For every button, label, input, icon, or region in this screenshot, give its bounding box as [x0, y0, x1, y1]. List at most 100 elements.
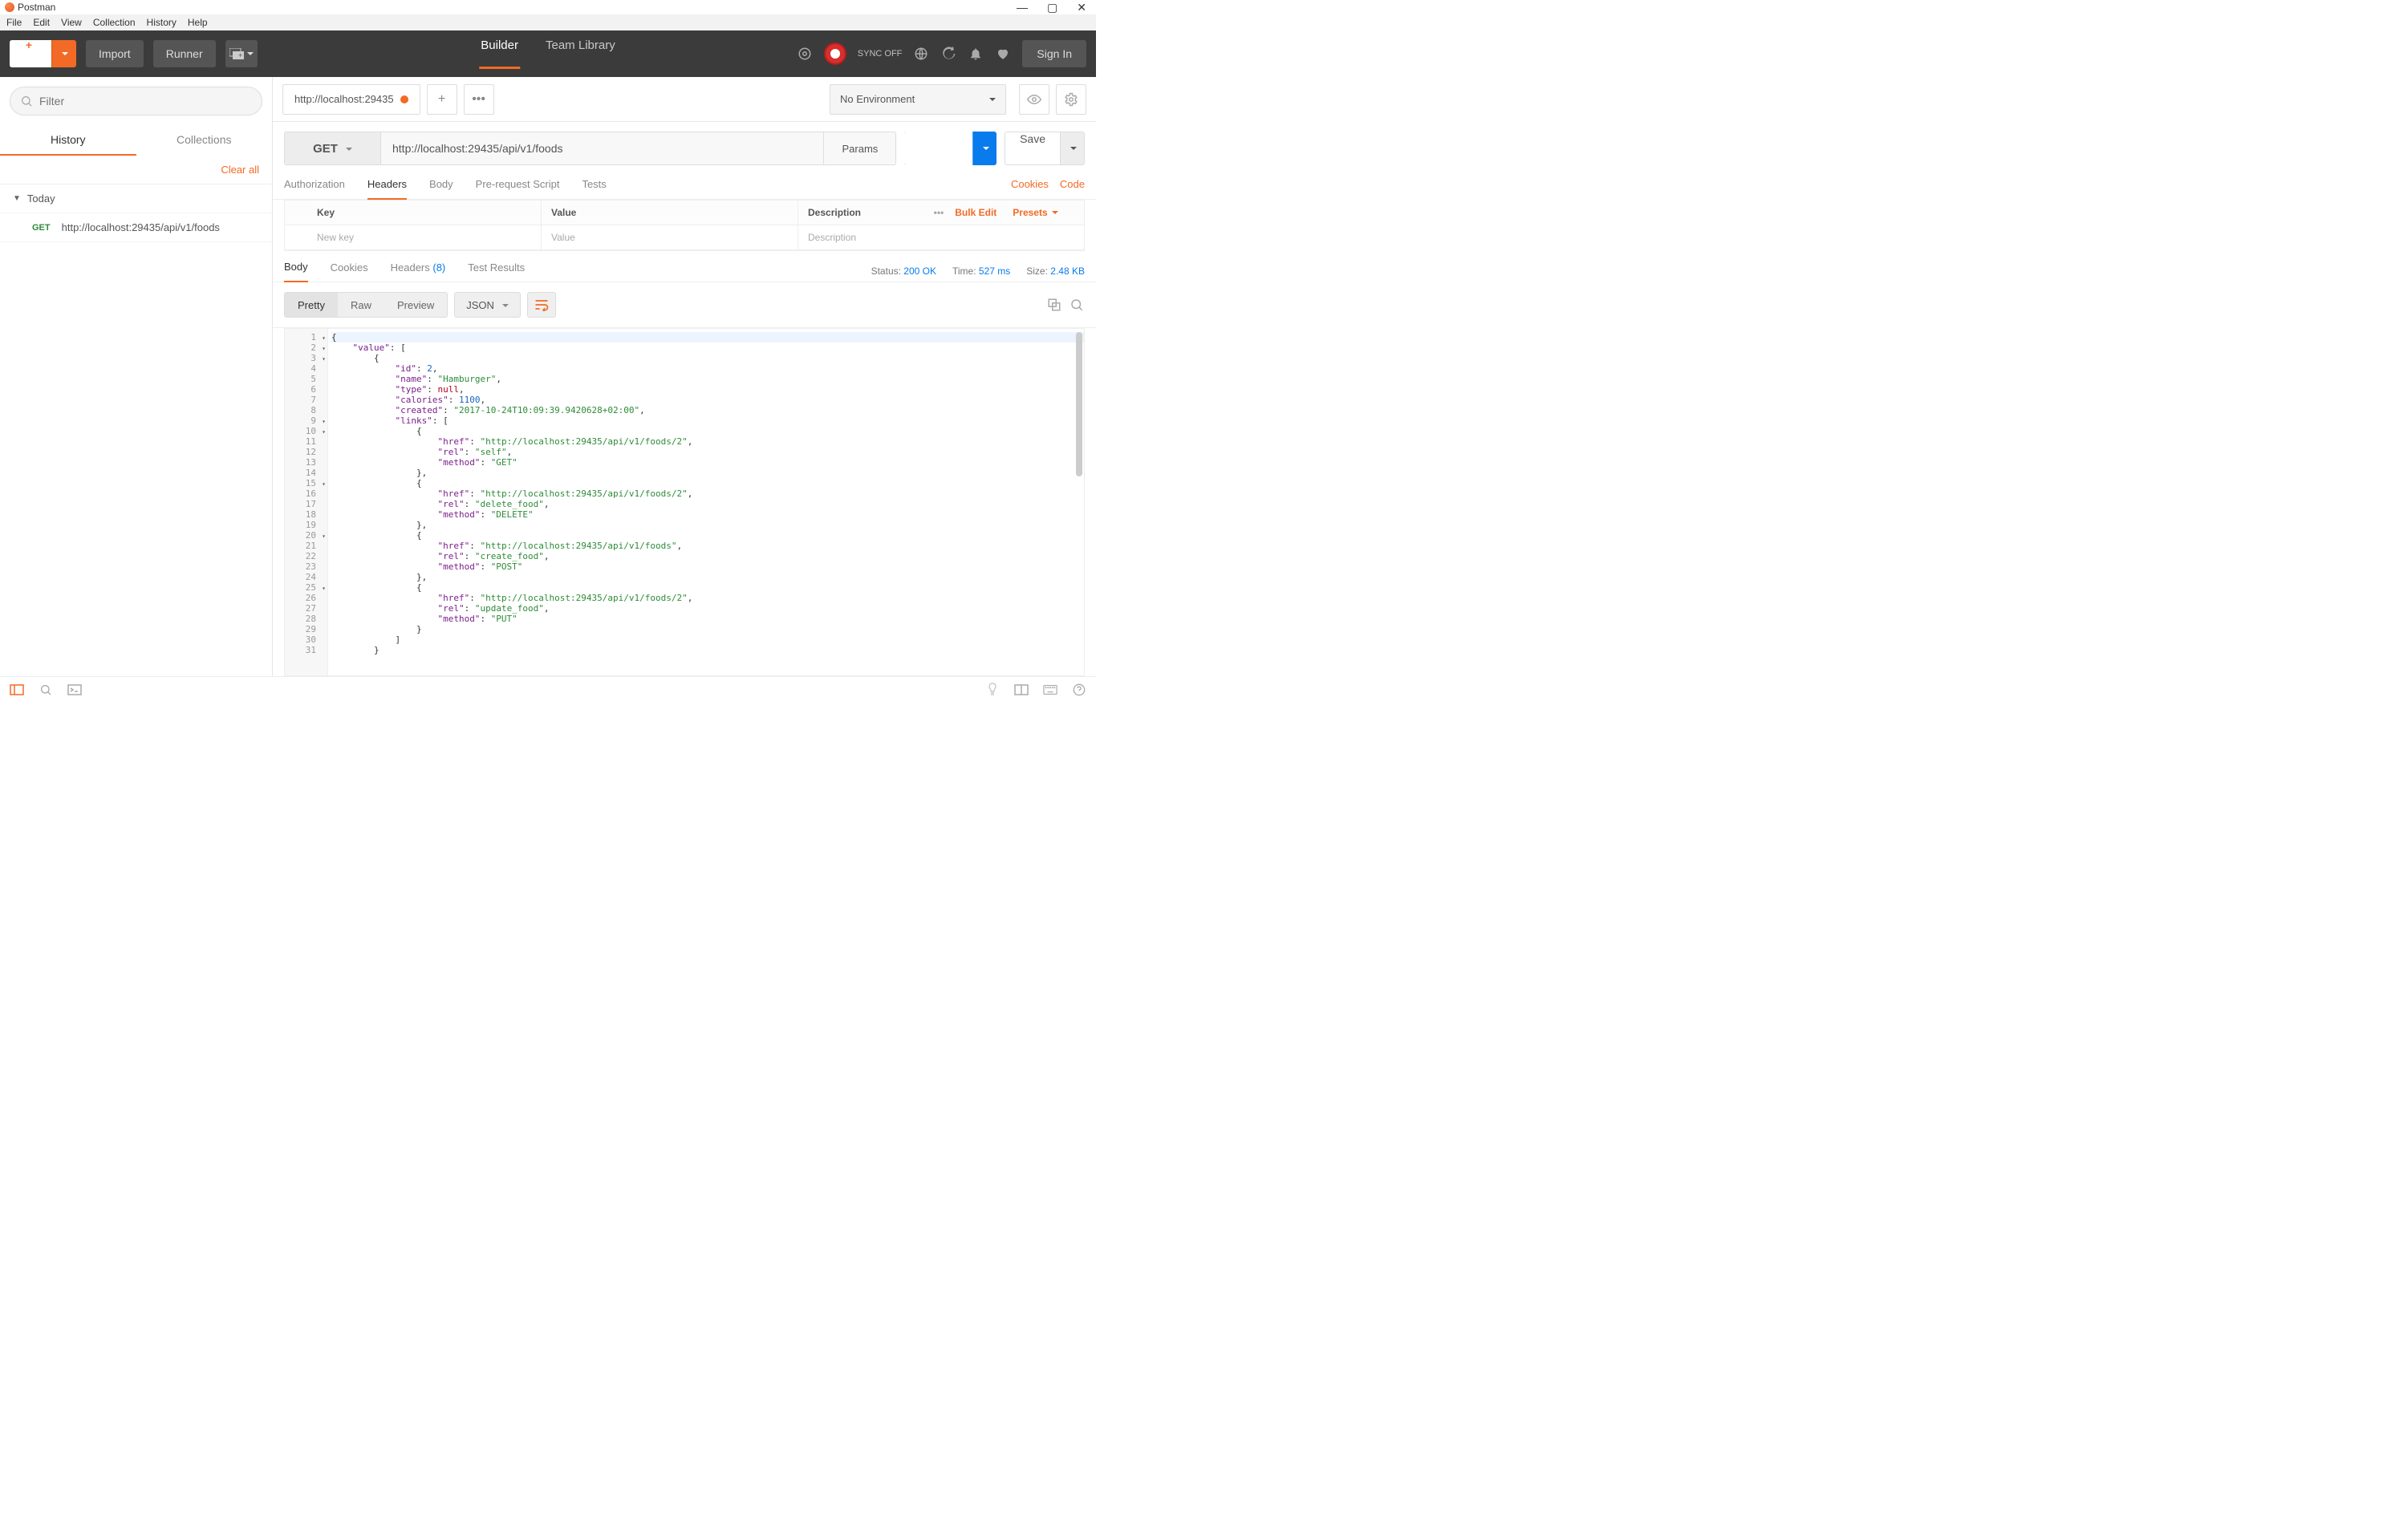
menu-edit[interactable]: Edit: [33, 17, 50, 28]
wrap-lines-button[interactable]: [527, 292, 556, 318]
new-key-input[interactable]: New key: [285, 225, 542, 249]
view-preview[interactable]: Preview: [384, 293, 447, 317]
browse-icon[interactable]: [913, 46, 929, 62]
window-layout-button[interactable]: +: [225, 40, 258, 67]
capture-icon[interactable]: [797, 46, 813, 62]
chevron-down-icon: [344, 142, 352, 156]
quick-look-button[interactable]: [1019, 84, 1049, 115]
response-body: 1▾2▾3▾456789▾10▾1112131415▾1617181920▾21…: [284, 328, 1085, 676]
new-button[interactable]: + New: [10, 40, 76, 67]
presets-label: Presets: [1013, 207, 1047, 218]
heart-icon[interactable]: [995, 46, 1011, 62]
main-toolbar: + New Import Runner + Builder Team Librar…: [0, 30, 1096, 77]
chevron-down-icon: [988, 93, 996, 105]
sidebar-toggle-icon[interactable]: [10, 683, 24, 697]
tab-headers[interactable]: Headers: [367, 178, 407, 200]
filter-input-wrap[interactable]: [10, 87, 262, 116]
view-raw[interactable]: Raw: [338, 293, 384, 317]
request-bar: GET Params Send Save: [273, 122, 1096, 165]
tab-authorization[interactable]: Authorization: [284, 178, 345, 199]
tab-options-button[interactable]: •••: [464, 84, 494, 115]
more-options-icon[interactable]: •••: [934, 207, 944, 218]
sidebar-tabs: History Collections: [0, 125, 272, 156]
bootcamp-icon[interactable]: [985, 683, 1000, 697]
method-label: GET: [313, 142, 338, 156]
runner-button[interactable]: Runner: [153, 40, 216, 67]
new-button-label: New: [18, 56, 40, 67]
view-pretty[interactable]: Pretty: [285, 293, 338, 317]
tab-resp-headers[interactable]: Headers (8): [391, 261, 446, 282]
sync-status-label: SYNC OFF: [858, 49, 903, 59]
send-dropdown-caret[interactable]: [972, 132, 996, 165]
line-gutter: 1▾2▾3▾456789▾10▾1112131415▾1617181920▾21…: [285, 329, 328, 675]
bulk-edit-link[interactable]: Bulk Edit: [955, 207, 996, 218]
filter-input[interactable]: [39, 95, 252, 107]
url-input-wrap[interactable]: [380, 132, 824, 165]
copy-response-icon[interactable]: [1046, 297, 1062, 313]
size-value: 2.48 KB: [1050, 265, 1085, 277]
response-code[interactable]: { "value": [ { "id": 2, "name": "Hamburg…: [328, 329, 1084, 675]
tab-tests[interactable]: Tests: [582, 178, 606, 199]
clear-all-link[interactable]: Clear all: [0, 156, 272, 184]
cookies-link[interactable]: Cookies: [1011, 178, 1049, 199]
tab-team-library[interactable]: Team Library: [544, 38, 617, 69]
sidebar-tab-history[interactable]: History: [0, 125, 136, 156]
console-icon[interactable]: [67, 683, 82, 697]
url-input[interactable]: [392, 142, 812, 155]
window-restore-icon[interactable]: ▢: [1047, 1, 1057, 14]
menu-collection[interactable]: Collection: [93, 17, 136, 28]
import-button[interactable]: Import: [86, 40, 144, 67]
tab-prerequest[interactable]: Pre-request Script: [476, 178, 560, 199]
history-item[interactable]: GET http://localhost:29435/api/v1/foods: [0, 213, 272, 242]
tab-resp-body[interactable]: Body: [284, 261, 308, 282]
save-dropdown-caret[interactable]: [1060, 132, 1084, 164]
params-button[interactable]: Params: [824, 132, 896, 165]
environment-settings-button[interactable]: [1056, 84, 1086, 115]
request-tab-title: http://localhost:29435: [294, 93, 394, 105]
request-section-tabs: Authorization Headers Body Pre-request S…: [273, 165, 1096, 200]
resp-headers-count: (8): [432, 261, 445, 274]
format-select[interactable]: JSON: [454, 292, 521, 318]
environment-select[interactable]: No Environment: [830, 84, 1006, 115]
new-value-input[interactable]: Value: [542, 225, 798, 249]
resp-headers-label: Headers: [391, 261, 430, 274]
window-minimize-icon[interactable]: —: [1017, 1, 1028, 14]
two-pane-icon[interactable]: [1014, 683, 1029, 697]
find-icon[interactable]: [39, 683, 53, 697]
save-button[interactable]: Save: [1005, 132, 1085, 165]
menu-view[interactable]: View: [61, 17, 82, 28]
status-value: 200 OK: [903, 265, 936, 277]
help-icon[interactable]: [1072, 683, 1086, 697]
interceptor-icon[interactable]: [940, 46, 956, 62]
sidebar-tab-collections[interactable]: Collections: [136, 125, 273, 156]
new-desc-input[interactable]: Description: [798, 225, 1084, 249]
menu-file[interactable]: File: [6, 17, 22, 28]
method-select[interactable]: GET: [284, 132, 380, 165]
view-mode-segment: Pretty Raw Preview: [284, 292, 448, 318]
tab-body[interactable]: Body: [429, 178, 453, 199]
history-group-today[interactable]: ▼ Today: [0, 184, 272, 213]
plus-icon: +: [22, 40, 35, 51]
size-label: Size:: [1026, 265, 1048, 277]
menu-help[interactable]: Help: [188, 17, 208, 28]
code-link[interactable]: Code: [1060, 178, 1085, 199]
send-button[interactable]: Send: [904, 132, 996, 165]
search-response-icon[interactable]: [1069, 297, 1085, 313]
presets-dropdown[interactable]: Presets: [1013, 207, 1058, 218]
new-tab-button[interactable]: +: [427, 84, 457, 115]
window-close-icon[interactable]: ✕: [1077, 1, 1086, 14]
sign-in-button[interactable]: Sign In: [1022, 40, 1086, 67]
request-tab[interactable]: http://localhost:29435: [282, 84, 420, 115]
menu-history[interactable]: History: [147, 17, 177, 28]
sync-status-icon[interactable]: [824, 43, 846, 65]
notifications-icon[interactable]: [968, 46, 984, 62]
new-dropdown-caret[interactable]: [51, 40, 76, 67]
tab-resp-cookies[interactable]: Cookies: [331, 261, 368, 282]
scrollbar[interactable]: [1076, 332, 1082, 476]
keyboard-icon[interactable]: [1043, 683, 1057, 697]
request-tab-bar: http://localhost:29435 + ••• No Environm…: [273, 77, 1096, 122]
tab-builder[interactable]: Builder: [479, 38, 520, 69]
runner-label: Runner: [166, 47, 203, 60]
format-label: JSON: [466, 299, 494, 311]
tab-resp-testresults[interactable]: Test Results: [468, 261, 525, 282]
